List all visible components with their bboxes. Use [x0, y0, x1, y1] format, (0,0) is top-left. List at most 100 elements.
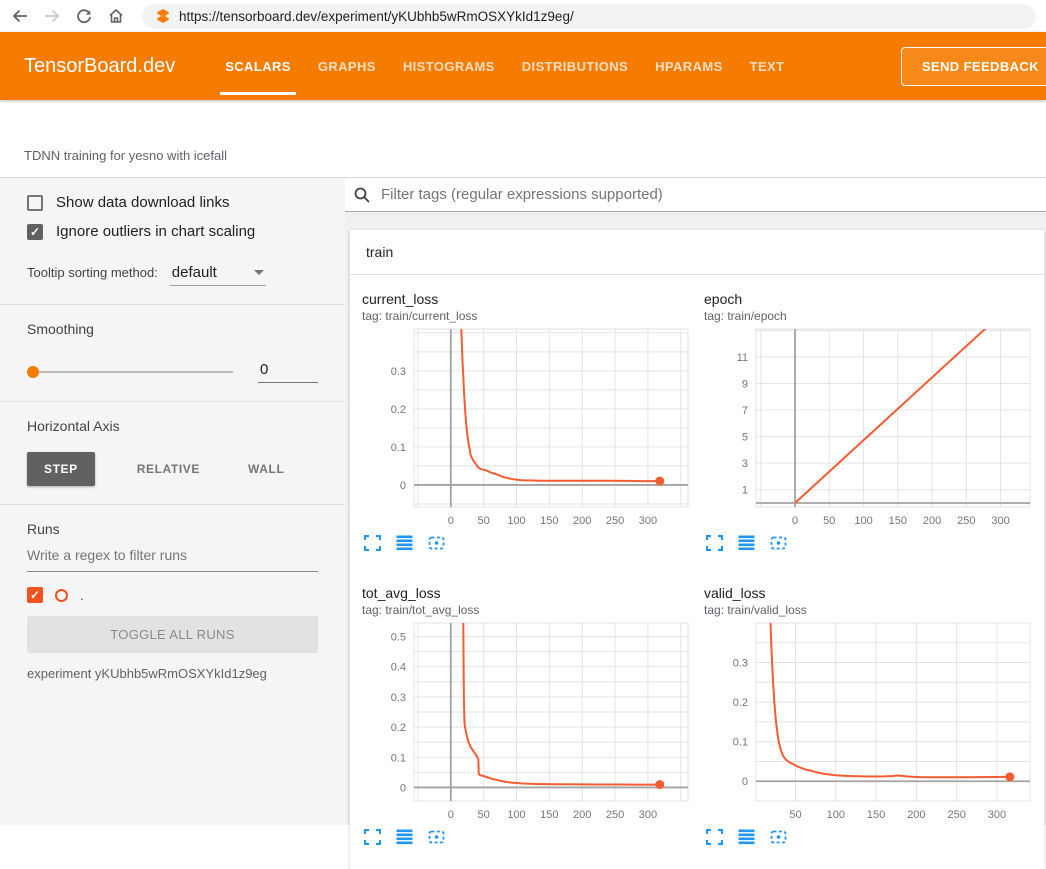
horizontal-axis-section: Horizontal Axis STEP RELATIVE WALL	[0, 402, 345, 505]
chart-tag: tag: train/epoch	[704, 309, 1038, 323]
tab-histograms[interactable]: HISTOGRAMS	[403, 32, 495, 100]
svg-text:0.3: 0.3	[391, 366, 406, 378]
send-feedback-button[interactable]: SEND FEEDBACK	[901, 47, 1046, 86]
expand-chart-icon[interactable]	[364, 829, 381, 845]
svg-text:0.1: 0.1	[733, 737, 748, 749]
svg-text:0.5: 0.5	[391, 632, 406, 644]
svg-text:11: 11	[737, 352, 748, 364]
toggle-y-axis-icon[interactable]	[396, 829, 413, 845]
reload-icon[interactable]	[70, 3, 98, 29]
tooltip-sorting-value: default	[172, 264, 217, 281]
svg-text:0: 0	[448, 515, 454, 527]
axis-wall-button[interactable]: WALL	[242, 461, 290, 477]
url-text[interactable]: https://tensorboard.dev/experiment/yKUbh…	[179, 9, 574, 24]
smoothing-slider-knob[interactable]	[27, 366, 39, 378]
tab-bar: SCALARS GRAPHS HISTOGRAMS DISTRIBUTIONS HPAR…	[225, 32, 784, 100]
smoothing-slider[interactable]	[27, 371, 233, 373]
svg-text:0.3: 0.3	[391, 692, 406, 704]
experiment-id-line: experiment yKUbhb5wRmOSXYkId1z9eg	[27, 666, 318, 681]
expand-chart-icon[interactable]	[364, 535, 381, 551]
fit-domain-icon[interactable]	[770, 829, 787, 845]
chart-actions	[362, 535, 696, 551]
show-download-links-row[interactable]: Show data download links	[27, 194, 318, 211]
tag-filter-input[interactable]	[379, 185, 1046, 204]
smoothing-value[interactable]: 0	[258, 361, 318, 383]
svg-text:200: 200	[573, 515, 591, 527]
general-settings-section: Show data download links ✓ Ignore outlie…	[0, 178, 345, 305]
svg-text:5: 5	[742, 432, 748, 444]
svg-text:0.3: 0.3	[733, 658, 748, 670]
cards-area: train current_loss tag: train/current_los…	[345, 212, 1046, 869]
svg-text:300: 300	[991, 515, 1009, 527]
svg-text:9: 9	[742, 378, 748, 390]
horizontal-axis-label: Horizontal Axis	[27, 418, 318, 434]
svg-text:300: 300	[639, 809, 657, 821]
svg-text:150: 150	[540, 515, 558, 527]
svg-text:3: 3	[742, 458, 748, 470]
ignore-outliers-checkbox[interactable]: ✓	[27, 224, 43, 240]
runs-section: Runs ✓ . TOGGLE ALL RUNS experiment yKUb…	[0, 505, 345, 699]
toggle-y-axis-icon[interactable]	[396, 535, 413, 551]
chart-card-epoch: epochtag: train/epoch0501001502002503001…	[704, 291, 1038, 551]
svg-text:0.2: 0.2	[733, 697, 748, 709]
svg-text:0: 0	[448, 809, 454, 821]
svg-text:0.2: 0.2	[391, 722, 406, 734]
app-logo: TensorBoard.dev	[24, 55, 175, 78]
chart-actions	[704, 535, 1038, 551]
browser-toolbar: https://tensorboard.dev/experiment/yKUbh…	[0, 0, 1046, 32]
fit-domain-icon[interactable]	[428, 829, 445, 845]
expand-chart-icon[interactable]	[706, 829, 723, 845]
axis-relative-button[interactable]: RELATIVE	[131, 461, 206, 477]
train-card: train current_loss tag: train/current_los…	[350, 230, 1044, 869]
svg-text:300: 300	[988, 809, 1006, 821]
run-checkbox[interactable]: ✓	[27, 587, 43, 603]
chart-plot-valid_loss[interactable]: 5010015020025030000.10.20.3	[704, 619, 1036, 825]
tab-hparams[interactable]: HPARAMS	[655, 32, 723, 100]
chart-tag: tag: train/valid_loss	[704, 603, 1038, 617]
fit-domain-icon[interactable]	[770, 535, 787, 551]
svg-text:100: 100	[507, 809, 525, 821]
url-bar[interactable]: https://tensorboard.dev/experiment/yKUbh…	[142, 4, 1036, 29]
toggle-all-runs-button[interactable]: TOGGLE ALL RUNS	[27, 616, 318, 653]
tensorboard-favicon	[156, 9, 170, 23]
svg-text:0.2: 0.2	[391, 404, 406, 416]
forward-icon[interactable]	[38, 3, 66, 29]
fit-domain-icon[interactable]	[428, 535, 445, 551]
tab-graphs[interactable]: GRAPHS	[318, 32, 376, 100]
chart-plot-epoch[interactable]: 0501001502002503001357911	[704, 325, 1036, 531]
svg-text:100: 100	[827, 809, 845, 821]
svg-text:100: 100	[854, 515, 872, 527]
chart-title: valid_loss	[704, 585, 1038, 601]
chart-tag: tag: train/tot_avg_loss	[362, 603, 696, 617]
chart-plot-tot_avg_loss[interactable]: 05010015020025030000.10.20.30.40.5	[362, 619, 694, 825]
tooltip-sorting-dropdown[interactable]: default	[170, 264, 266, 286]
axis-step-button[interactable]: STEP	[27, 452, 95, 486]
svg-text:200: 200	[923, 515, 941, 527]
settings-sidebar: Show data download links ✓ Ignore outlie…	[0, 178, 345, 825]
app-header: TensorBoard.dev SCALARS GRAPHS HISTOGRAMS D…	[0, 32, 1046, 100]
chart-card-valid_loss: valid_losstag: train/valid_loss501001502…	[704, 585, 1038, 845]
train-section-header[interactable]: train	[350, 230, 1044, 275]
chart-title: current_loss	[362, 291, 696, 307]
runs-label: Runs	[27, 521, 318, 537]
show-download-links-checkbox[interactable]	[27, 195, 43, 211]
tab-distributions[interactable]: DISTRIBUTIONS	[522, 32, 628, 100]
svg-text:200: 200	[907, 809, 925, 821]
ignore-outliers-row[interactable]: ✓ Ignore outliers in chart scaling	[27, 223, 318, 240]
chart-tag: tag: train/current_loss	[362, 309, 696, 323]
tab-scalars[interactable]: SCALARS	[225, 32, 291, 100]
home-icon[interactable]	[102, 3, 130, 29]
expand-chart-icon[interactable]	[706, 535, 723, 551]
chart-title: tot_avg_loss	[362, 585, 696, 601]
back-icon[interactable]	[6, 3, 34, 29]
svg-text:0: 0	[400, 480, 406, 492]
tab-text[interactable]: TEXT	[750, 32, 785, 100]
run-list-item[interactable]: ✓ .	[27, 587, 318, 603]
toggle-y-axis-icon[interactable]	[738, 535, 755, 551]
chart-plot-current_loss[interactable]: 05010015020025030000.10.20.3	[362, 325, 694, 531]
chart-actions	[362, 829, 696, 845]
svg-text:150: 150	[867, 809, 885, 821]
toggle-y-axis-icon[interactable]	[738, 829, 755, 845]
svg-text:250: 250	[947, 809, 965, 821]
runs-regex-input[interactable]	[27, 537, 318, 572]
